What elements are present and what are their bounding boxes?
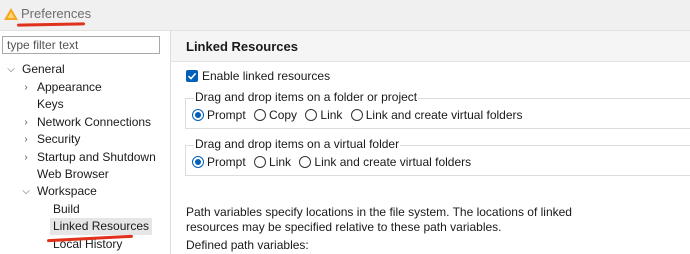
virtual-folder-drop-group-title: Drag and drop items on a virtual folder <box>194 137 401 151</box>
preferences-tree-pane: ⌵ General › Appearance Keys › Network Co… <box>0 31 168 254</box>
folder-drop-group: Drag and drop items on a folder or proje… <box>185 90 690 129</box>
chevron-right-icon[interactable]: › <box>21 79 31 96</box>
page-title-bar: Linked Resources <box>171 31 690 62</box>
tree-item-label: Appearance <box>37 80 102 94</box>
folder-option-link[interactable]: Link <box>305 108 342 122</box>
chevron-right-icon[interactable]: › <box>21 149 31 166</box>
page-title: Linked Resources <box>186 39 298 54</box>
tree-item-label: Security <box>37 132 81 146</box>
tree-item-label: Network Connections <box>37 115 152 129</box>
tree-item-general[interactable]: General <box>22 61 65 78</box>
tree-item-network-connections[interactable]: Network Connections <box>37 114 151 131</box>
tree-item-startup-and-shutdown[interactable]: Startup and Shutdown <box>37 149 156 166</box>
enable-linked-resources-checkbox[interactable] <box>186 70 198 82</box>
radio-button-selected[interactable] <box>192 109 204 121</box>
tree-item-label: Workspace <box>37 184 97 198</box>
option-label: Link and create virtual folders <box>365 108 523 122</box>
tree-item-label: General <box>22 62 65 76</box>
preference-page: Linked Resources Enable linked resources… <box>171 31 690 254</box>
tree-item-label: Linked Resources <box>53 219 150 233</box>
chevron-right-icon[interactable]: › <box>21 114 31 131</box>
virtual-folder-drop-options: Prompt Link Link and create virtual fold… <box>192 155 476 171</box>
chevron-down-icon[interactable]: ⌵ <box>21 183 31 200</box>
radio-button[interactable] <box>299 156 312 168</box>
tree-item-label: Startup and Shutdown <box>37 150 156 164</box>
option-label: Link <box>269 155 292 169</box>
folder-option-prompt[interactable]: Prompt <box>192 108 246 122</box>
tree-item-keys[interactable]: Keys <box>37 96 64 113</box>
title-annotation-underline <box>16 22 86 27</box>
tree-item-linked-resources[interactable]: Linked Resources <box>50 218 153 235</box>
option-label: Prompt <box>207 155 246 169</box>
tree-item-appearance[interactable]: Appearance <box>37 79 102 96</box>
tree-item-label: Web Browser <box>37 167 109 181</box>
radio-button[interactable] <box>254 109 267 121</box>
tree-item-workspace[interactable]: Workspace <box>37 183 97 200</box>
chevron-right-icon[interactable]: › <box>21 131 31 148</box>
folder-drop-options: Prompt Copy Link Link and create virtual… <box>192 108 528 124</box>
app-icon <box>4 8 18 20</box>
folder-drop-group-title: Drag and drop items on a folder or proje… <box>194 90 419 104</box>
tree-item-build[interactable]: Build <box>53 201 80 218</box>
radio-button-selected[interactable] <box>192 156 204 168</box>
folder-option-link-virtual[interactable]: Link and create virtual folders <box>350 108 523 122</box>
enable-linked-resources-label: Enable linked resources <box>202 69 331 83</box>
defined-path-variables-label: Defined path variables: <box>186 238 309 252</box>
virtual-option-link[interactable]: Link <box>254 155 291 169</box>
virtual-option-prompt[interactable]: Prompt <box>192 155 246 169</box>
option-label: Link <box>320 108 343 122</box>
radio-button[interactable] <box>350 109 363 121</box>
radio-button[interactable] <box>254 156 267 168</box>
tree-item-web-browser[interactable]: Web Browser <box>37 166 109 183</box>
tree-item-label: Build <box>53 202 80 216</box>
window-titlebar: Preferences <box>0 0 690 31</box>
virtual-option-link-virtual[interactable]: Link and create virtual folders <box>299 155 471 169</box>
option-label: Copy <box>269 108 298 122</box>
option-label: Link and create virtual folders <box>314 155 472 169</box>
chevron-down-icon[interactable]: ⌵ <box>6 61 16 78</box>
folder-option-copy[interactable]: Copy <box>254 108 297 122</box>
tree-item-security[interactable]: Security <box>37 131 80 148</box>
virtual-folder-drop-group: Drag and drop items on a virtual folder … <box>185 137 690 176</box>
radio-button[interactable] <box>305 109 318 121</box>
filter-input[interactable] <box>2 36 160 54</box>
path-variables-description: Path variables specify locations in the … <box>186 205 572 234</box>
window-title: Preferences <box>21 6 92 21</box>
tree-item-label: Keys <box>37 97 64 111</box>
option-label: Prompt <box>207 108 246 122</box>
checkmark-icon <box>187 72 197 80</box>
